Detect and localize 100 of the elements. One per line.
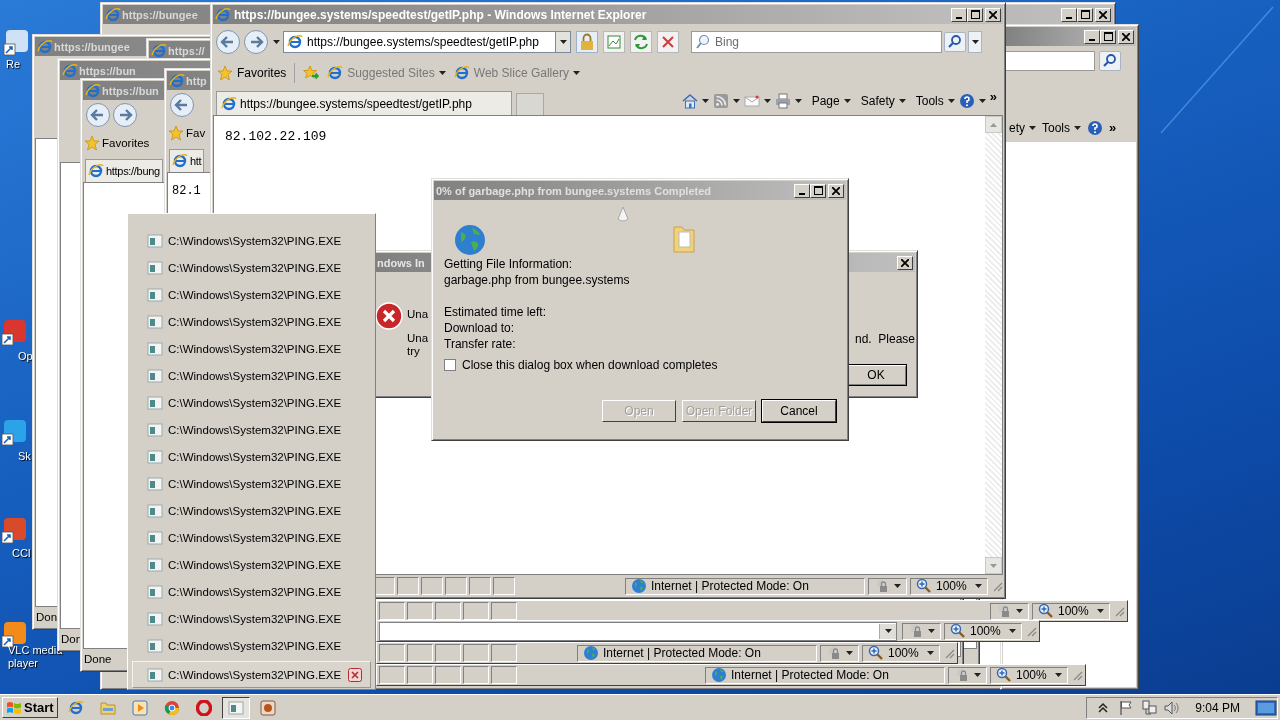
close-button[interactable]: [897, 255, 913, 270]
page-icon: [453, 65, 470, 81]
resize-grip-icon[interactable]: [991, 580, 1003, 592]
window-list-item[interactable]: C:\Windows\System32\PING.EXE: [132, 362, 371, 389]
help-icon[interactable]: [958, 93, 975, 109]
forward-button[interactable]: [112, 102, 138, 128]
command-menu[interactable]: Tools: [915, 94, 955, 108]
window-list-item[interactable]: C:\Windows\System32\PING.EXE: [132, 470, 371, 497]
browser-tab[interactable]: htt: [169, 149, 205, 172]
close-when-done-checkbox[interactable]: Close this dialog box when download completes: [444, 357, 718, 373]
window-list-item[interactable]: C:\Windows\System32\PING.EXE: [132, 335, 371, 362]
window-list-item[interactable]: C:\Windows\System32\PING.EXE: [132, 524, 371, 551]
more-commands-chevron[interactable]: »: [989, 91, 997, 103]
forward-button[interactable]: [243, 29, 269, 55]
search-button[interactable]: [1099, 51, 1121, 71]
window-list-item[interactable]: C:\Windows\System32\PING.EXE: [132, 416, 371, 443]
show-desktop-icon[interactable]: [1255, 698, 1277, 717]
dropdown-button[interactable]: [555, 31, 571, 53]
console-window-icon: [147, 448, 163, 465]
browser-icon: [151, 42, 167, 59]
more-commands-chevron[interactable]: »: [1109, 122, 1117, 134]
maximize-button[interactable]: [967, 7, 983, 22]
window-list-item[interactable]: C:\Windows\System32\PING.EXE: [132, 578, 371, 605]
stop-icon[interactable]: [657, 31, 679, 53]
resize-grip-icon[interactable]: [1071, 669, 1083, 681]
browser-tab[interactable]: https://bung: [85, 159, 163, 182]
protected-mode-button[interactable]: [990, 602, 1029, 620]
mail-icon[interactable]: [743, 93, 760, 109]
toolbar-menu[interactable]: ety: [1009, 121, 1036, 135]
security-zone[interactable]: Internet | Protected Mode: On: [577, 644, 817, 662]
zoom-button[interactable]: 100%: [944, 622, 1022, 640]
console-window-icon: [227, 699, 244, 716]
network-icon[interactable]: [1141, 699, 1158, 716]
close-button[interactable]: [1095, 7, 1111, 22]
search-button[interactable]: [944, 32, 966, 52]
protected-mode-button[interactable]: [868, 577, 907, 595]
protected-mode-button[interactable]: [948, 666, 987, 684]
resize-grip-icon[interactable]: [1113, 605, 1125, 617]
protected-mode-button[interactable]: [820, 644, 859, 662]
window-list-item[interactable]: C:\Windows\System32\PING.EXE: [132, 281, 371, 308]
back-button[interactable]: [169, 92, 195, 118]
window-list-item[interactable]: C:\Windows\System32\PING.EXE: [132, 497, 371, 524]
resize-grip-icon[interactable]: [1025, 625, 1037, 637]
zoom-button[interactable]: 100%: [990, 666, 1068, 684]
start-button[interactable]: Start: [2, 697, 58, 718]
command-menu[interactable]: Safety: [860, 94, 906, 108]
close-button[interactable]: [828, 183, 844, 198]
printer-icon[interactable]: [774, 93, 791, 109]
window-list-item[interactable]: C:\Windows\System32\PING.EXE: [132, 632, 371, 659]
compatibility-view-icon[interactable]: [603, 31, 625, 53]
clock[interactable]: 9:04 PM: [1195, 700, 1240, 715]
close-button[interactable]: [1118, 29, 1134, 44]
taskbar-button[interactable]: [221, 696, 250, 719]
zoom-button[interactable]: 100%: [910, 577, 988, 595]
back-button[interactable]: [85, 102, 111, 128]
dropdown-button[interactable]: [968, 31, 982, 53]
minimize-button[interactable]: [794, 183, 810, 198]
minimize-button[interactable]: [1061, 7, 1077, 22]
status-pane: [491, 666, 517, 684]
window-list-item[interactable]: C:\Windows\System32\PING.EXE: [132, 661, 371, 688]
window-list-item[interactable]: C:\Windows\System32\PING.EXE: [132, 227, 371, 254]
resize-grip-icon[interactable]: [943, 647, 955, 659]
window-list-item[interactable]: C:\Windows\System32\PING.EXE: [132, 308, 371, 335]
minimize-button[interactable]: [1084, 29, 1100, 44]
favorites-button[interactable]: Favorites: [217, 65, 287, 81]
close-button[interactable]: [985, 7, 1001, 22]
zoom-button[interactable]: 100%: [862, 644, 940, 662]
lock-icon[interactable]: [576, 31, 598, 53]
help-icon[interactable]: [1087, 120, 1104, 136]
maximize-button[interactable]: [810, 183, 826, 198]
search-field[interactable]: Bing: [691, 31, 942, 53]
security-zone[interactable]: Internet | Protected Mode: On: [705, 666, 945, 684]
command-menu[interactable]: Page: [811, 94, 851, 108]
favorites-button[interactable]: Favorites: [84, 135, 150, 151]
minimize-button[interactable]: [951, 7, 967, 22]
speaker-icon[interactable]: [1164, 699, 1181, 716]
toolbar-menu[interactable]: Tools: [1042, 121, 1082, 135]
window-list-item[interactable]: C:\Windows\System32\PING.EXE: [132, 551, 371, 578]
maximize-button[interactable]: [1100, 29, 1116, 44]
back-button[interactable]: [215, 29, 241, 55]
refresh-icon[interactable]: [630, 31, 652, 53]
close-icon[interactable]: [348, 667, 362, 682]
search-field[interactable]: [1005, 51, 1095, 71]
protected-mode-button[interactable]: [902, 622, 941, 640]
home-icon[interactable]: [681, 93, 698, 109]
address-field[interactable]: https://bungee.systems/speedtest/getIP.php: [283, 31, 556, 53]
window-list-item[interactable]: C:\Windows\System32\PING.EXE: [132, 443, 371, 470]
browser-tab[interactable]: https://bungee.systems/speedtest/getIP.php: [216, 91, 512, 115]
dialog-button[interactable]: Cancel: [762, 400, 836, 422]
zoom-button[interactable]: 100%: [1032, 602, 1110, 620]
window-list-item[interactable]: C:\Windows\System32\PING.EXE: [132, 389, 371, 416]
dropdown-button[interactable]: [879, 623, 896, 639]
maximize-button[interactable]: [1077, 7, 1093, 22]
window-list-item[interactable]: C:\Windows\System32\PING.EXE: [132, 254, 371, 281]
caret-icon: [975, 584, 982, 588]
favorites-button[interactable]: Fav: [168, 125, 206, 141]
text-field[interactable]: [379, 621, 897, 641]
flag-icon[interactable]: [1118, 699, 1135, 716]
security-zone[interactable]: Internet | Protected Mode: On: [625, 577, 865, 595]
window-list-item[interactable]: C:\Windows\System32\PING.EXE: [132, 605, 371, 632]
